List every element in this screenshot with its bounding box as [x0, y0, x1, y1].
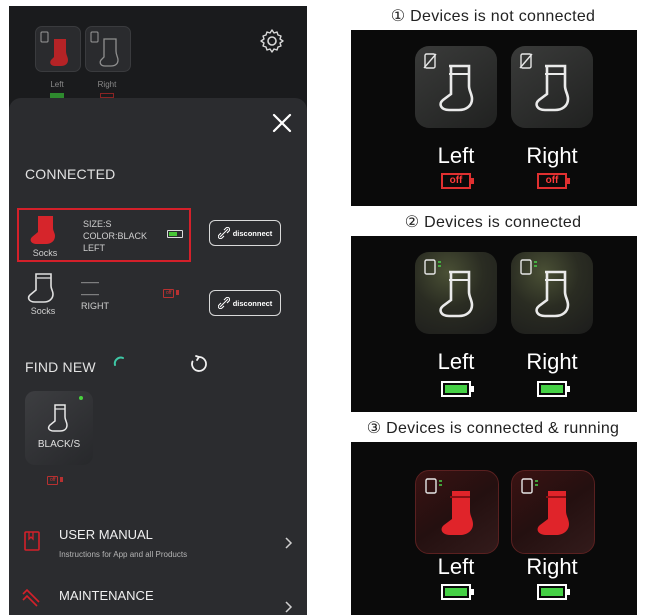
device-color: ——: [81, 289, 99, 299]
battery-icon: [167, 230, 183, 238]
battery-full-right: [537, 381, 570, 397]
device-size: ——: [81, 277, 99, 287]
battery-full-right: [537, 584, 570, 600]
find-new-title: FIND NEW: [25, 359, 96, 375]
device-card-right: [511, 46, 593, 128]
menu-subtitle: Instructions for App and all Products: [59, 550, 188, 559]
label-left: Left: [437, 143, 475, 168]
battery-nub: [176, 290, 179, 295]
device-card-right: [511, 252, 593, 334]
menu-maintenance[interactable]: MAINTENANCE: [9, 578, 307, 615]
device-side: LEFT: [83, 243, 106, 253]
available-dot: [79, 396, 83, 400]
new-device-battery-tag: off: [47, 476, 59, 485]
sock-icon: [521, 478, 569, 535]
disconnect-button-right[interactable]: disconnect: [209, 290, 281, 316]
new-device-card[interactable]: BLACK/S: [25, 391, 93, 465]
new-device-label: BLACK/S: [37, 439, 81, 450]
sock-icon: [47, 404, 68, 432]
battery-off-tag: off: [163, 289, 175, 298]
refresh-icon[interactable]: [189, 354, 209, 374]
device-card-right: [511, 470, 595, 554]
device-name: Socks: [30, 306, 56, 316]
device-specs: SIZE:S COLOR:BLACK LEFT: [83, 218, 147, 254]
connection-sheet: CONNECTED Socks SIZE:S COLOR:BLACK LEFT …: [9, 98, 307, 615]
book-icon: [24, 531, 40, 551]
wash-icon: [22, 588, 40, 607]
label-right: Right: [526, 349, 578, 374]
battery-nub: [60, 477, 63, 482]
connected-device-left[interactable]: Socks SIZE:S COLOR:BLACK LEFT: [17, 208, 191, 262]
device-size: SIZE:S: [83, 219, 112, 229]
sock-icon: [424, 259, 474, 318]
device-name: Socks: [32, 248, 58, 258]
label-right: Right: [526, 143, 578, 168]
sock-icon: [27, 273, 54, 303]
caption-running: ③ Devices is connected & running: [366, 420, 620, 437]
label-left: Left: [437, 554, 475, 579]
top-device-right[interactable]: [85, 26, 131, 72]
sock-icon: [425, 478, 473, 535]
sock-icon: [30, 216, 55, 244]
spinner-icon: [113, 356, 124, 366]
device-color: COLOR:BLACK: [83, 231, 148, 241]
gear-icon[interactable]: [259, 28, 285, 54]
disconnect-button-left[interactable]: disconnect: [209, 220, 281, 246]
device-specs: —— —— RIGHT: [81, 276, 109, 312]
chevron-right-icon: [285, 537, 293, 549]
device-card-left: [415, 470, 499, 554]
battery-full-left: [441, 381, 474, 397]
caption-not-connected: ① Devices is not connected: [390, 8, 596, 25]
sock-icon: [520, 259, 570, 318]
panel-connected: Left Right: [351, 236, 637, 412]
battery-off-right: off: [537, 173, 570, 189]
chevron-right-icon: [285, 601, 293, 613]
device-card-left: [415, 46, 497, 128]
sock-icon: [423, 53, 474, 112]
device-side: RIGHT: [81, 301, 109, 311]
menu-title: USER MANUAL: [59, 527, 153, 542]
battery-full-left: [441, 584, 474, 600]
caption-connected: ② Devices is connected: [404, 214, 582, 231]
menu-user-manual[interactable]: USER MANUAL Instructions for App and all…: [9, 518, 307, 566]
top-device-right-label: Right: [97, 80, 117, 89]
label-right: Right: [526, 554, 578, 579]
connected-device-right[interactable]: Socks —— —— RIGHT off: [17, 268, 191, 322]
panel-running: Left Right: [351, 442, 637, 615]
sock-icon: [519, 53, 570, 112]
sock-icon: [40, 31, 68, 66]
link-icon: [217, 227, 230, 239]
top-device-left[interactable]: [35, 26, 81, 72]
panel-not-connected: Left Right off off: [351, 30, 637, 206]
battery-off-text: off: [545, 175, 559, 186]
battery-off-text: off: [449, 175, 463, 186]
menu-title: MAINTENANCE: [59, 588, 154, 603]
battery-off-left: off: [441, 173, 474, 189]
close-icon[interactable]: [271, 112, 293, 134]
label-left: Left: [437, 349, 475, 374]
device-card-left: [415, 252, 497, 334]
sock-icon: [90, 31, 119, 67]
disconnect-label: disconnect: [232, 228, 273, 238]
phone-screen: Left Right CONNECTED Socks SIZE:S COLOR:…: [9, 6, 307, 615]
top-device-left-label: Left: [50, 80, 64, 89]
link-icon: [217, 297, 230, 309]
connected-section-title: CONNECTED: [25, 166, 116, 182]
disconnect-label: disconnect: [232, 298, 273, 308]
